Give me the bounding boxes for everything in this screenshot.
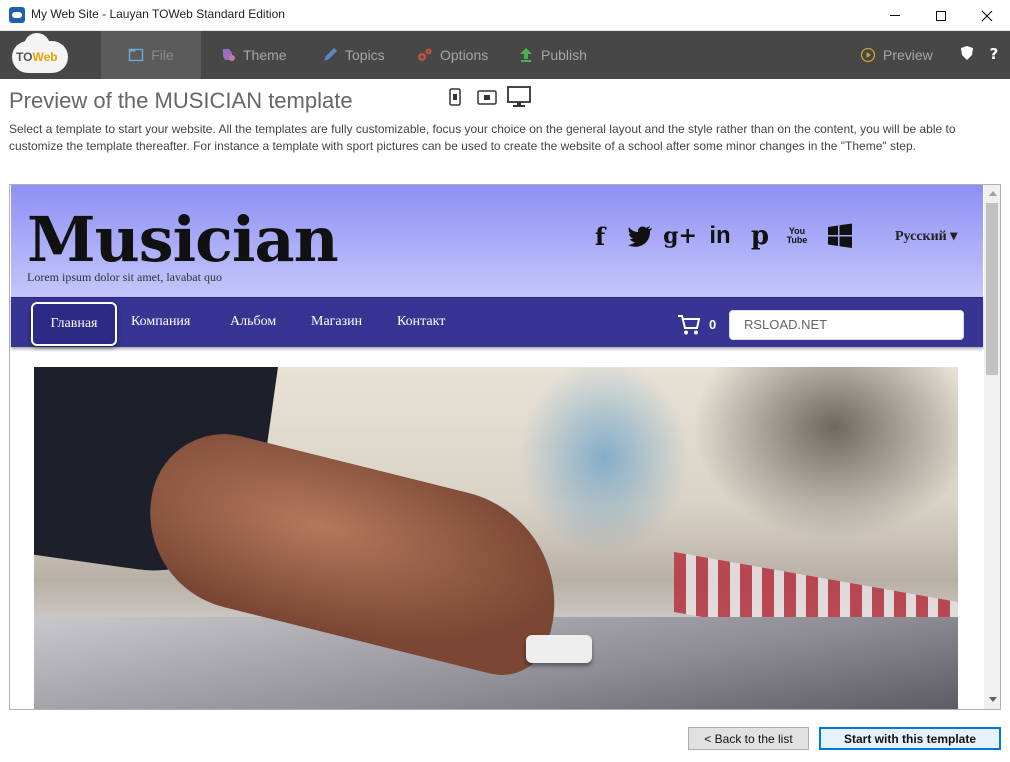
close-icon — [981, 10, 993, 21]
phone-view-icon[interactable] — [449, 88, 461, 106]
nav-item-home[interactable]: Главная — [31, 302, 117, 346]
nav-item-album[interactable]: Альбом — [230, 314, 276, 330]
title-bar: My Web Site - Lauyan TOWeb Standard Edit… — [0, 0, 1010, 31]
intro-text: Select a template to start your website.… — [9, 122, 956, 153]
language-selector[interactable]: Русский ▾ — [895, 228, 957, 245]
shield-button[interactable] — [958, 45, 976, 65]
window-title: My Web Site - Lauyan TOWeb Standard Edit… — [31, 7, 285, 21]
hero-image — [34, 367, 958, 709]
back-to-list-button[interactable]: < Back to the list — [688, 727, 809, 750]
cart-count: 0 — [709, 317, 717, 332]
google-plus-icon[interactable]: g+ — [663, 221, 697, 251]
toweb-logo[interactable]: TOWeb — [10, 33, 70, 75]
youtube-icon[interactable]: You Tube — [785, 221, 809, 251]
tablet-view-icon[interactable] — [477, 90, 497, 105]
nav-item-company[interactable]: Компания — [131, 314, 190, 330]
main-toolbar: TOWeb File Theme Topics Options Publish … — [0, 31, 1010, 79]
preview-scrollbar[interactable] — [984, 185, 1000, 709]
preview-label: Preview — [883, 47, 933, 63]
twitter-icon[interactable] — [625, 221, 655, 251]
desktop-view-icon[interactable] — [507, 86, 531, 108]
start-with-template-button[interactable]: Start with this template — [819, 727, 1001, 750]
app-icon — [9, 7, 25, 23]
file-icon — [129, 48, 144, 62]
site-navbar: Главная Компания Альбом Магазин Контакт … — [11, 297, 983, 347]
tab-theme[interactable]: Theme — [220, 31, 287, 79]
minimize-icon — [890, 15, 900, 16]
help-button[interactable]: ? — [985, 45, 1003, 65]
nav-item-contact[interactable]: Контакт — [397, 314, 445, 330]
upload-arrow-icon — [520, 48, 532, 62]
tab-options[interactable]: Options — [417, 31, 488, 79]
site-name: Musician — [27, 203, 339, 276]
shield-icon — [961, 46, 973, 60]
pinterest-icon[interactable]: p — [745, 221, 775, 251]
search-input[interactable]: RSLOAD.NET — [729, 310, 964, 340]
linkedin-icon[interactable]: in — [705, 221, 735, 251]
preview-button[interactable]: Preview — [860, 31, 933, 79]
tab-topics-label: Topics — [345, 47, 385, 63]
tab-theme-label: Theme — [243, 47, 287, 63]
tab-publish[interactable]: Publish — [518, 31, 587, 79]
site-tagline: Lorem ipsum dolor sit amet, lavabat quo — [27, 270, 222, 284]
nav-item-shop[interactable]: Магазин — [311, 314, 362, 330]
scroll-down-icon[interactable] — [989, 697, 997, 702]
maximize-button[interactable] — [918, 0, 964, 31]
scroll-up-icon[interactable] — [989, 191, 997, 196]
nav-item-home-label: Главная — [50, 316, 98, 331]
scroll-thumb[interactable] — [986, 203, 998, 375]
pen-icon — [324, 48, 337, 61]
windows-icon[interactable] — [825, 221, 855, 251]
palette-icon — [223, 49, 235, 61]
site-header: Musician Lorem ipsum dolor sit amet, lav… — [11, 185, 983, 297]
tab-options-label: Options — [440, 47, 489, 63]
template-preview-frame: Musician Lorem ipsum dolor sit amet, lav… — [9, 184, 1001, 710]
tab-publish-label: Publish — [541, 47, 587, 63]
facebook-icon[interactable]: f — [585, 221, 615, 251]
tab-file[interactable]: File — [101, 31, 201, 79]
gears-icon — [418, 48, 432, 61]
maximize-icon — [936, 10, 946, 21]
play-icon — [860, 47, 876, 63]
tab-topics[interactable]: Topics — [322, 31, 385, 79]
minimize-button[interactable] — [872, 0, 918, 31]
page-title: Preview of the MUSICIAN template — [9, 88, 353, 113]
cart-icon[interactable] — [677, 314, 701, 336]
close-button[interactable] — [964, 0, 1010, 31]
logo-text: TOWeb — [16, 50, 58, 64]
tab-file-label: File — [151, 47, 174, 63]
